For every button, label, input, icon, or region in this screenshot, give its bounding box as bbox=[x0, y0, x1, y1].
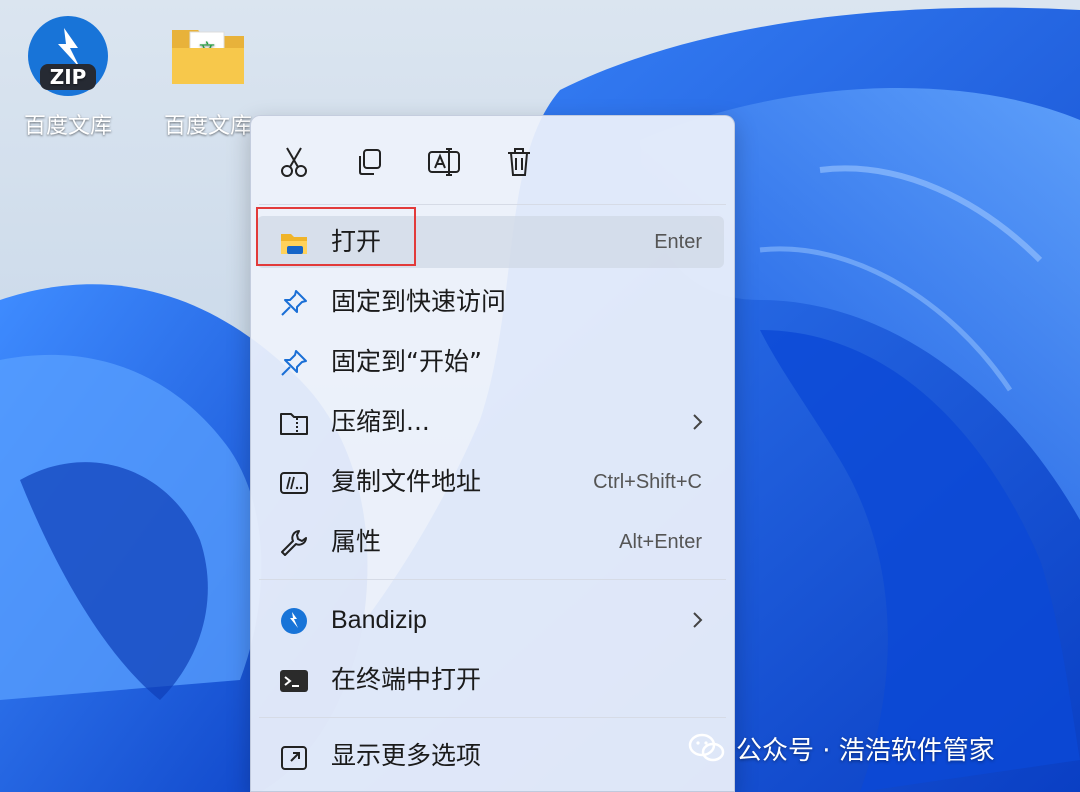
rename-icon bbox=[428, 148, 460, 176]
menu-item-copy-path[interactable]: 复制文件地址 Ctrl+Shift+C bbox=[257, 456, 724, 508]
trash-icon bbox=[508, 148, 530, 176]
more-options-icon bbox=[281, 746, 307, 770]
wrench-icon bbox=[281, 530, 307, 556]
menu-item-properties[interactable]: 属性 Alt+Enter bbox=[257, 516, 724, 568]
zip-badge-text: ZIP bbox=[50, 65, 87, 89]
menu-item-label: 固定到“开始” bbox=[331, 347, 482, 376]
folder-icon: 文 bbox=[172, 30, 244, 84]
pin-icon bbox=[281, 350, 307, 376]
menu-item-label: 打开 bbox=[331, 227, 382, 256]
menu-item-pin-quick-access[interactable]: 固定到快速访问 bbox=[257, 276, 724, 328]
menu-item-open-in-terminal[interactable]: 在终端中打开 bbox=[257, 654, 724, 706]
menu-item-bandizip[interactable]: Bandizip bbox=[257, 594, 724, 646]
menu-item-shortcut: Ctrl+Shift+C bbox=[593, 471, 702, 493]
menu-separator bbox=[259, 204, 726, 205]
bandizip-icon bbox=[281, 608, 307, 634]
menu-item-label: 压缩到... bbox=[331, 407, 430, 436]
chevron-right-icon bbox=[693, 612, 703, 628]
copy-button[interactable] bbox=[349, 142, 389, 182]
terminal-icon bbox=[280, 670, 308, 692]
menu-item-compress-to[interactable]: 压缩到... bbox=[257, 396, 724, 448]
path-icon bbox=[280, 472, 308, 494]
desktop-icon-zip-archive[interactable]: ZIP 百度文库 bbox=[8, 14, 128, 140]
delete-button[interactable] bbox=[499, 142, 539, 182]
chevron-right-icon bbox=[693, 414, 703, 430]
menu-item-shortcut: Enter bbox=[654, 231, 702, 253]
menu-separator bbox=[259, 717, 726, 718]
context-menu: 打开 Enter 固定到快速访问 固定到“开始” 压缩到... 复制文件地址 C… bbox=[250, 115, 735, 792]
scissors-icon bbox=[281, 147, 307, 177]
menu-item-show-more-options[interactable]: 显示更多选项 bbox=[257, 730, 724, 782]
menu-item-label: Bandizip bbox=[331, 606, 427, 634]
zip-folder-icon bbox=[280, 413, 308, 435]
menu-separator bbox=[259, 579, 726, 580]
pin-icon bbox=[281, 290, 307, 316]
desktop-icon-label: 百度文库 bbox=[23, 114, 112, 139]
copy-icon bbox=[359, 149, 381, 175]
menu-item-pin-start[interactable]: 固定到“开始” bbox=[257, 336, 724, 388]
menu-item-label: 显示更多选项 bbox=[331, 741, 482, 770]
watermark-text: 公众号 · 浩浩软件管家 bbox=[736, 735, 995, 766]
watermark: 公众号 · 浩浩软件管家 bbox=[688, 728, 995, 768]
menu-item-shortcut: Alt+Enter bbox=[619, 531, 702, 553]
menu-item-label: 固定到快速访问 bbox=[331, 287, 507, 316]
bandizip-zip-icon: ZIP bbox=[28, 16, 108, 96]
cut-button[interactable] bbox=[274, 142, 314, 182]
menu-item-label: 在终端中打开 bbox=[331, 665, 482, 694]
rename-button[interactable] bbox=[424, 142, 464, 182]
context-menu-toolbar bbox=[251, 116, 734, 204]
menu-item-open[interactable]: 打开 Enter bbox=[257, 216, 724, 268]
folder-open-icon bbox=[281, 234, 307, 254]
wechat-icon bbox=[688, 733, 725, 762]
menu-item-label: 复制文件地址 bbox=[331, 467, 482, 496]
menu-item-label: 属性 bbox=[331, 527, 382, 556]
